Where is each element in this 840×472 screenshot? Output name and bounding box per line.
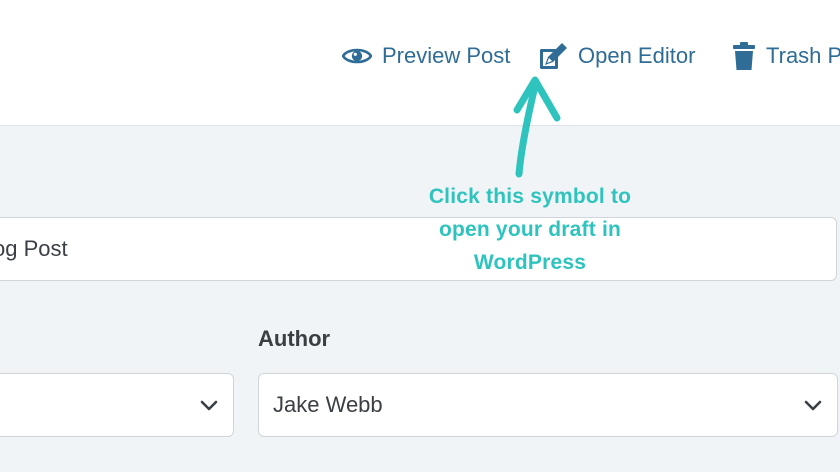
trash-icon xyxy=(732,41,756,71)
eye-icon xyxy=(342,45,372,67)
trash-post-label: Trash Post xyxy=(766,43,840,68)
annotation-line-1: Click this symbol to xyxy=(428,185,632,208)
title-input-value: og Post xyxy=(0,236,68,261)
preview-post-label: Preview Post xyxy=(382,43,511,68)
chevron-down-icon xyxy=(803,396,823,422)
top-toolbar: Preview Post Open Editor Trash Post xyxy=(0,0,840,126)
author-select-value: Jake Webb xyxy=(273,392,383,417)
annotation-line-3: WordPress xyxy=(473,251,587,274)
preview-post-button[interactable]: Preview Post xyxy=(342,38,510,74)
author-select[interactable]: Jake Webb xyxy=(258,373,838,437)
annotation-line-2: open your draft in xyxy=(438,218,622,241)
annotation-arrow-icon xyxy=(505,70,569,185)
open-editor-button[interactable]: Open Editor xyxy=(538,38,695,74)
chevron-down-icon xyxy=(199,396,219,422)
author-label: Author xyxy=(258,326,331,351)
trash-post-button[interactable]: Trash Post xyxy=(732,38,840,74)
edit-icon xyxy=(538,41,568,71)
annotation-callout: Click this symbol to open your draft in … xyxy=(410,180,650,279)
left-select[interactable] xyxy=(0,373,234,437)
open-editor-label: Open Editor xyxy=(578,43,696,68)
